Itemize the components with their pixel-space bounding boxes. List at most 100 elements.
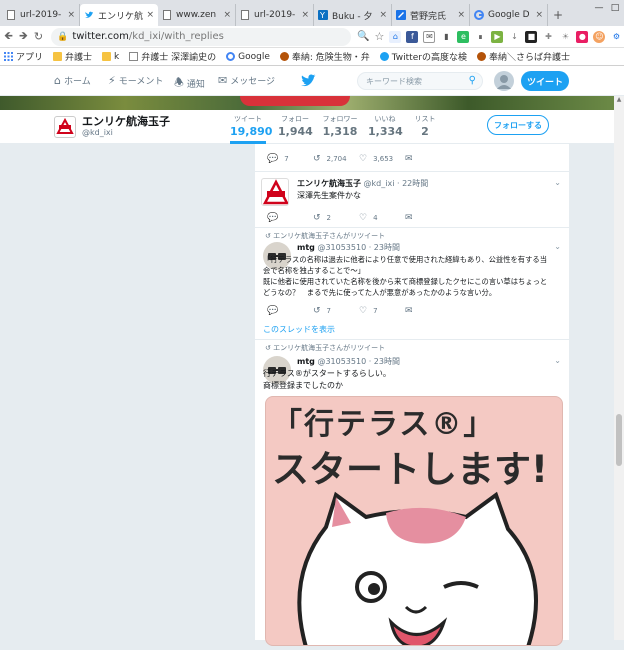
minimize-icon[interactable]: —	[592, 2, 606, 14]
tweet-author-name[interactable]: mtg	[297, 243, 315, 252]
image-text-line: 「行テラス®」	[272, 407, 496, 442]
tweet-image[interactable]: 「行テラス®」 スタートします!	[265, 396, 563, 646]
tweet-header: mtg @31053510 · 23時間	[297, 357, 400, 366]
browser-tab[interactable]: Google D ×	[470, 4, 548, 26]
like-button[interactable]: ♡ 4	[359, 213, 405, 223]
profile-avatar[interactable]	[54, 116, 76, 138]
show-thread-link[interactable]: このスレッドを表示	[263, 324, 335, 335]
reply-button[interactable]: 💬	[267, 213, 313, 223]
tweet-author-handle: @31053510	[317, 243, 367, 252]
search-input[interactable]: キーワード検索 ⚲	[357, 72, 483, 90]
browser-tab[interactable]: www.zen ×	[158, 4, 236, 26]
account-avatar[interactable]	[494, 71, 514, 91]
extension-icon[interactable]: ☀	[559, 30, 572, 43]
profile-icon[interactable]: ☺	[593, 30, 606, 43]
back-icon[interactable]: 🡸	[4, 27, 13, 46]
retweet-button[interactable]: ↺ 2,704	[313, 154, 359, 164]
extension-icon[interactable]: ●	[576, 30, 589, 43]
tweet[interactable]: 💬 7 ↺ 2,704 ♡ 3,653 ✉	[255, 144, 571, 172]
profile-name[interactable]: エンリケ航海玉子	[82, 113, 170, 129]
chevron-down-icon[interactable]: ⌄	[554, 178, 561, 187]
bookmark-item[interactable]: Google	[226, 52, 270, 62]
retweet-button[interactable]: ↺ 2	[313, 213, 359, 223]
nav-moments[interactable]: ⚡ モーメント	[108, 74, 163, 87]
tab-title: Google D	[488, 10, 530, 20]
tweet-time[interactable]: 23時間	[374, 357, 400, 366]
browser-tab[interactable]: Y Buku - 夕 ×	[314, 4, 392, 26]
chevron-down-icon[interactable]: ⌄	[554, 242, 561, 251]
dm-button[interactable]: ✉	[405, 306, 451, 316]
tab-close-icon[interactable]: ×	[223, 10, 231, 20]
tab-close-icon[interactable]: ×	[146, 10, 154, 20]
bookmark-item[interactable]: アプリ	[4, 50, 43, 63]
bookmark-item[interactable]: 弁護士 深澤諭史の	[129, 50, 216, 63]
bookmark-folder[interactable]: 弁護士	[53, 50, 92, 63]
twitter-bird-icon[interactable]	[300, 74, 316, 91]
retweet-button[interactable]: ↺ 7	[313, 306, 359, 316]
compose-tweet-button[interactable]: ツイート	[521, 71, 569, 91]
extension-icon[interactable]: ✚	[542, 30, 555, 43]
tweet-time[interactable]: 23時間	[374, 243, 400, 252]
tweet-time[interactable]: 22時間	[402, 179, 428, 188]
forward-icon[interactable]: 🡺	[19, 27, 28, 46]
nav-messages[interactable]: ✉ メッセージ	[218, 74, 275, 87]
stat-likes[interactable]: いいね 1,334	[368, 114, 403, 138]
reply-button[interactable]: 💬 7	[267, 154, 313, 164]
bookmark-star-icon[interactable]: ☆	[375, 30, 385, 43]
page-scrollbar[interactable]: ▲	[614, 96, 624, 640]
stat-following[interactable]: フォロー 1,944	[278, 114, 313, 138]
like-button[interactable]: ♡ 7	[359, 306, 405, 316]
maximize-icon[interactable]: □	[608, 2, 622, 14]
chevron-down-icon[interactable]: ⌄	[554, 356, 561, 365]
follow-button[interactable]: フォローする	[487, 115, 549, 135]
browser-tab[interactable]: 菅野完氏 ×	[392, 4, 470, 26]
like-button[interactable]: ♡ 3,653	[359, 154, 405, 164]
tab-close-icon[interactable]: ×	[301, 10, 309, 20]
browser-tab[interactable]: url-2019- ×	[2, 4, 80, 26]
stat-tweets[interactable]: ツイート 19,890	[230, 114, 272, 144]
scrollbar-thumb[interactable]	[616, 414, 622, 466]
browser-tab-active[interactable]: エンリケ航 ×	[80, 4, 158, 26]
new-tab-button[interactable]: +	[548, 4, 568, 26]
retweet-count: 7	[326, 307, 332, 315]
tweet-author-name[interactable]: エンリケ航海玉子	[297, 179, 361, 188]
dm-button[interactable]: ✉	[405, 213, 451, 223]
extension-icon[interactable]: ■	[525, 30, 538, 43]
tab-close-icon[interactable]: ×	[535, 10, 543, 20]
bookmark-label: アプリ	[16, 53, 44, 63]
tweet[interactable]: エンリケ航海玉子 @kd_ixi · 22時間 ⌄ 深澤先生案件かな 💬 ↺ 2 …	[255, 172, 571, 228]
tab-close-icon[interactable]: ×	[379, 10, 387, 20]
nav-notifications[interactable]: 🕭 通知	[174, 74, 205, 93]
nav-home[interactable]: ⌂ ホーム	[54, 74, 91, 87]
bookmark-icon[interactable]: ▮	[440, 30, 453, 43]
extension-icon[interactable]: ↓	[508, 30, 521, 43]
scroll-up-icon[interactable]: ▲	[614, 96, 624, 106]
stat-followers[interactable]: フォロワー 1,318	[322, 114, 358, 138]
bookmark-item[interactable]: 奉納＼さらば弁護士	[476, 50, 570, 63]
facebook-icon[interactable]: f	[406, 30, 419, 43]
email-icon[interactable]: ✉	[423, 30, 436, 43]
tab-close-icon[interactable]: ×	[67, 10, 75, 20]
zoom-icon[interactable]: 🔍	[357, 31, 369, 42]
dm-button[interactable]: ✉	[405, 154, 451, 164]
tweet-author-name[interactable]: mtg	[297, 357, 315, 366]
address-bar[interactable]: 🔒 twitter.com/kd_ixi/with_replies	[51, 27, 352, 46]
reply-button[interactable]: 💬	[267, 306, 313, 316]
twitter-top-nav: ⌂ ホーム ⚡ モーメント 🕭 通知 ✉ メッセージ キーワード検索 ⚲ ツイート	[0, 66, 624, 96]
tweet[interactable]: ↺ エンリケ航海玉子さんがリツイート mtg @31053510 · 23時間 …	[255, 228, 571, 340]
bookmark-folder[interactable]: k	[102, 52, 119, 62]
browser-tab[interactable]: url-2019- ×	[236, 4, 314, 26]
stat-lists[interactable]: リスト 2	[412, 114, 438, 138]
bookmark-item[interactable]: 奉納: 危険生物・弁	[279, 50, 370, 63]
reload-icon[interactable]: ↻	[34, 30, 43, 43]
pocket-icon[interactable]: ∎	[474, 30, 487, 43]
extension-icon[interactable]: ⚙	[610, 30, 623, 43]
extension-icon[interactable]: ▶	[491, 30, 504, 43]
bookmark-item[interactable]: Twitterの高度な検	[379, 50, 467, 63]
tweet-avatar[interactable]	[261, 178, 289, 206]
tab-title: www.zen	[176, 10, 217, 20]
evernote-icon[interactable]: e	[457, 30, 470, 43]
search-icon[interactable]: ⚲	[469, 75, 476, 86]
home-icon[interactable]: ⌂	[389, 30, 402, 43]
tab-close-icon[interactable]: ×	[457, 10, 465, 20]
